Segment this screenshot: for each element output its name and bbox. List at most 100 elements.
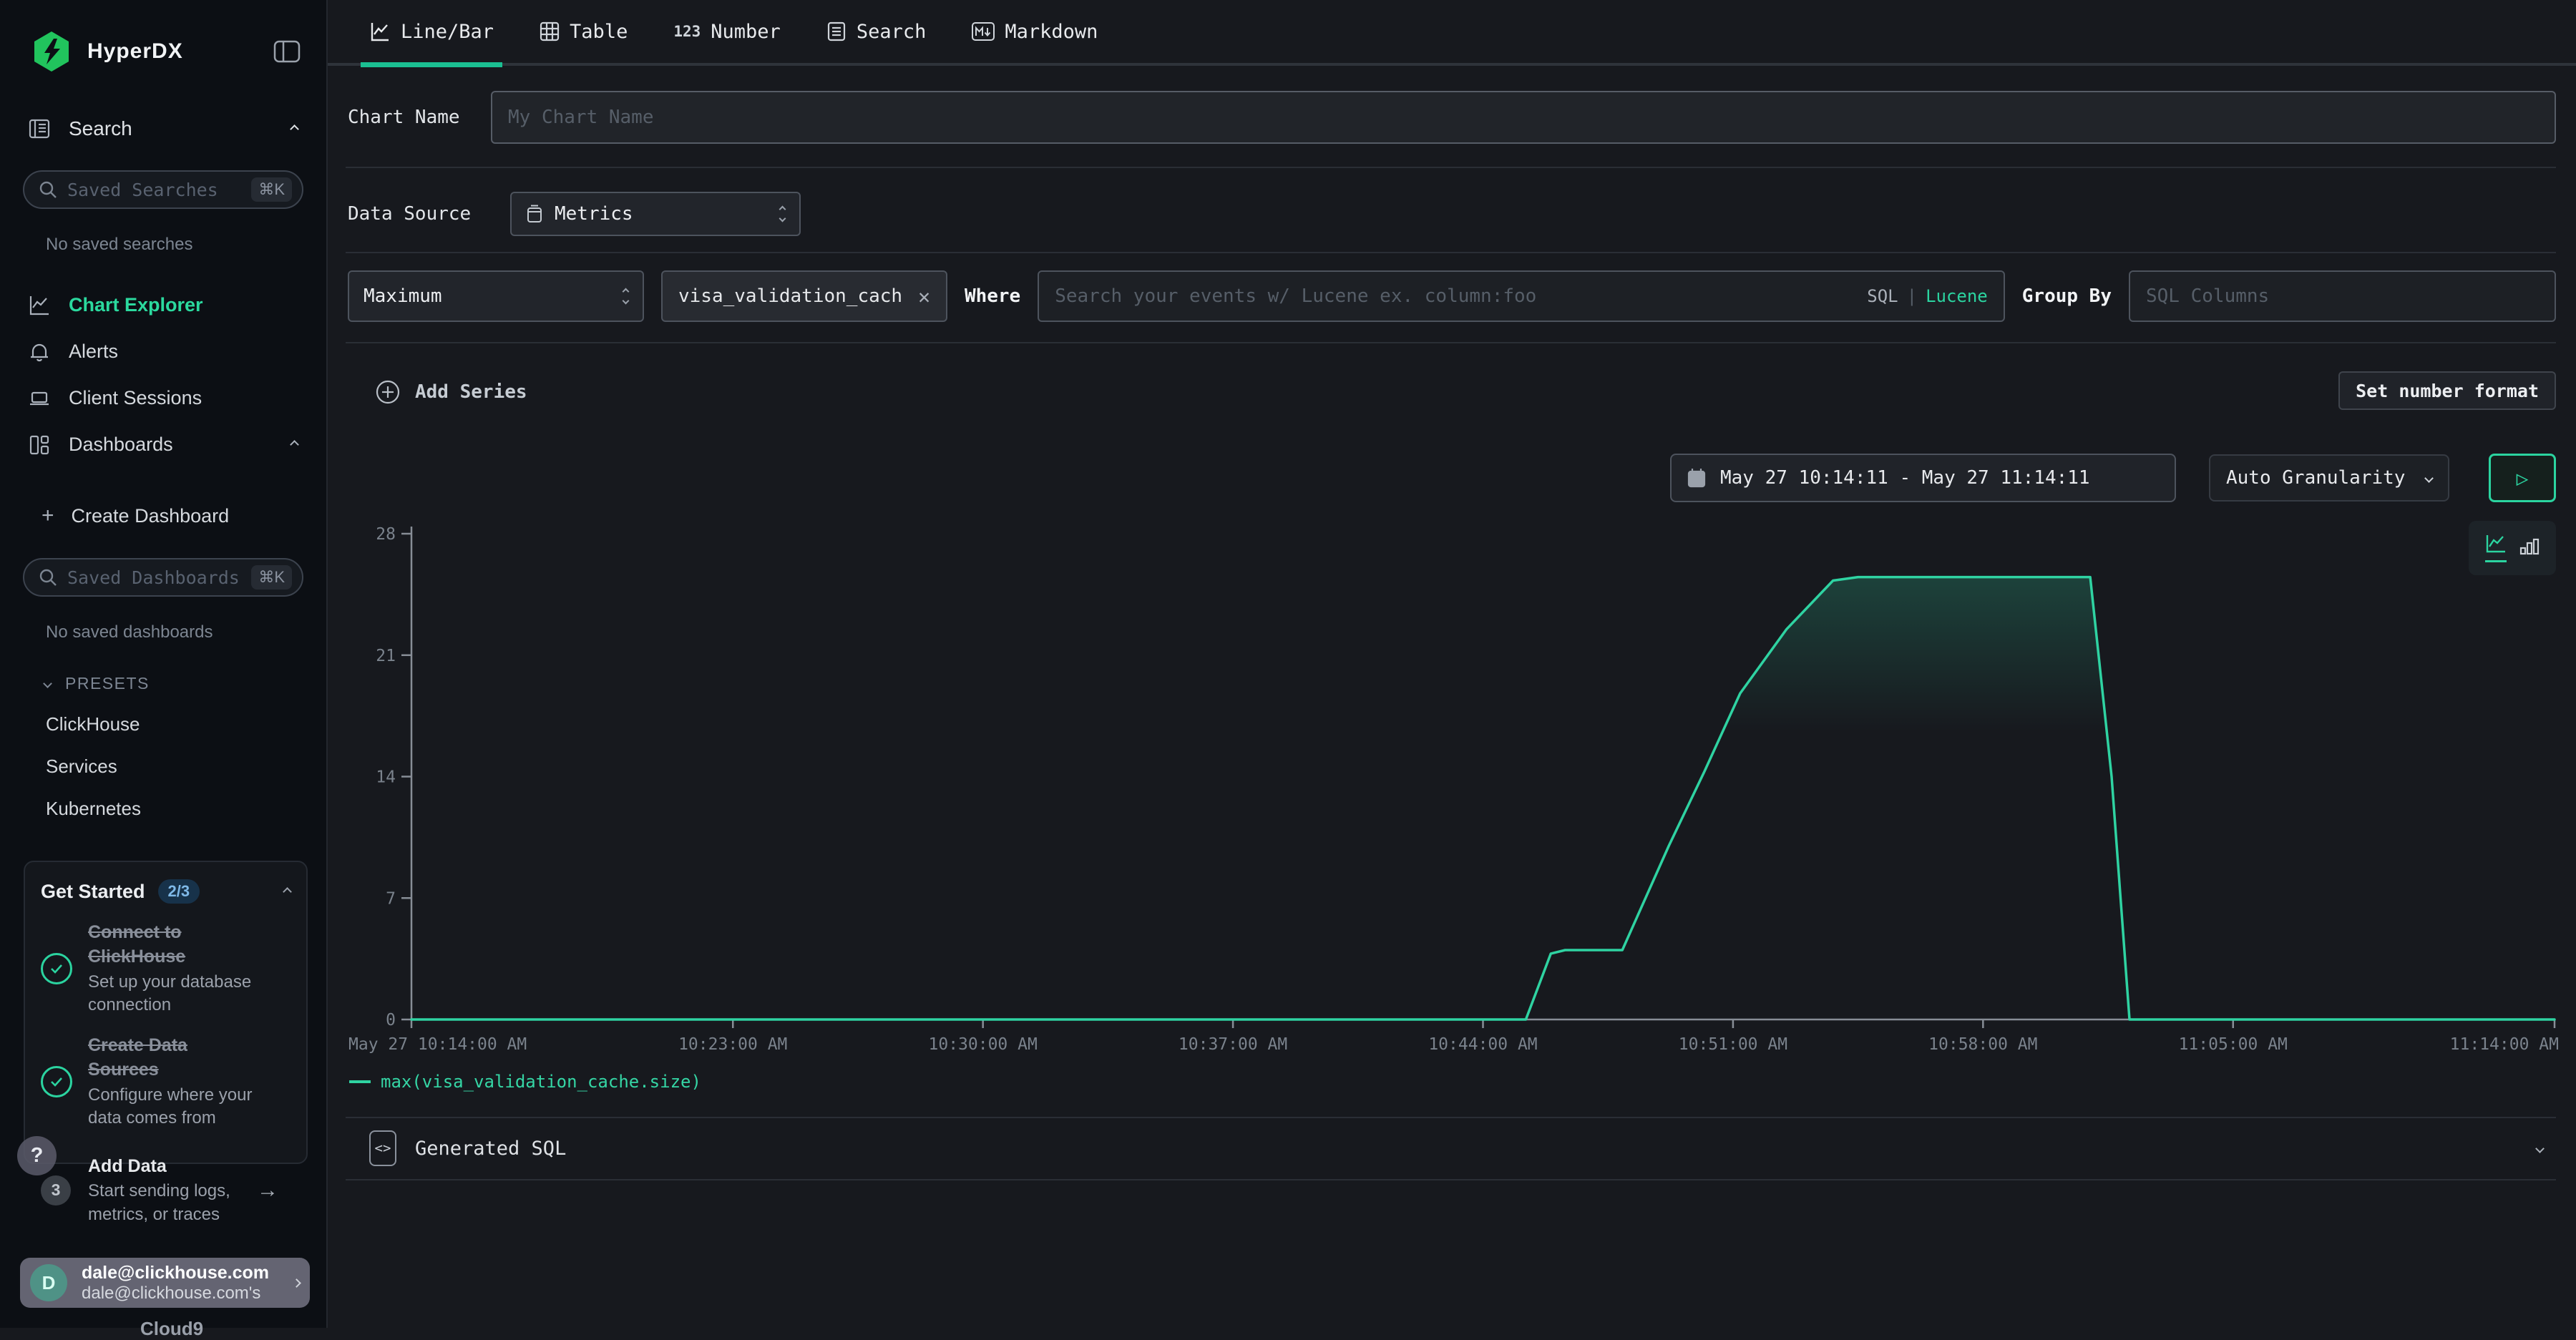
get-started-item-sources[interactable]: Create Data Sources Configure where your…: [41, 1034, 291, 1130]
step-number-badge: 3: [41, 1175, 71, 1205]
saved-dashboards-input[interactable]: Saved Dashboards ⌘K: [23, 558, 303, 597]
svg-text:May 27 10:14:00 AM: May 27 10:14:00 AM: [348, 1035, 527, 1054]
shortcut-badge: ⌘K: [251, 177, 292, 202]
chevron-right-icon: [292, 1278, 301, 1288]
magnifier-icon: [39, 568, 57, 587]
preset-services[interactable]: Services: [0, 755, 326, 778]
date-range-value: May 27 10:14:11 - May 27 11:14:11: [1720, 467, 2090, 489]
divider: [346, 1179, 2556, 1180]
sidebar-section-search[interactable]: Search: [0, 117, 326, 140]
saved-searches-input[interactable]: Saved Searches ⌘K: [23, 170, 303, 209]
nav-label: Client Sessions: [69, 387, 298, 409]
laptop-icon: [29, 388, 50, 409]
data-source-select[interactable]: Metrics: [510, 192, 801, 236]
preset-kubernetes[interactable]: Kubernetes: [0, 798, 326, 820]
nav-label: Alerts: [69, 341, 298, 363]
svg-text:7: 7: [386, 889, 396, 908]
chevron-down-icon: [43, 679, 52, 688]
group-by-input[interactable]: [2130, 272, 2555, 321]
generated-sql-row[interactable]: <> Generated SQL: [348, 1118, 2556, 1178]
chart-type-tabbar: Line/Bar Table 123 Number Search Markdow…: [328, 0, 2576, 66]
tab-label: Markdown: [1005, 21, 1098, 43]
metric-field-tag[interactable]: visa_validation_cach ✕: [661, 270, 947, 322]
svg-text:10:58:00 AM: 10:58:00 AM: [1928, 1035, 2037, 1054]
chart-legend: max(visa_validation_cache.size): [349, 1072, 701, 1092]
date-range-picker[interactable]: May 27 10:14:11 - May 27 11:14:11: [1670, 454, 2176, 502]
aggregation-select[interactable]: Maximum: [348, 270, 644, 322]
table-icon: [540, 21, 560, 41]
plus-circle-icon: [375, 379, 401, 405]
tab-label: Line/Bar: [401, 21, 494, 43]
presets-toggle[interactable]: PRESETS: [0, 674, 326, 693]
tab-line-bar[interactable]: Line/Bar: [369, 0, 494, 64]
tab-markdown[interactable]: Markdown: [972, 0, 1098, 64]
logo-row: HyperDX: [0, 0, 326, 73]
remove-tag-icon[interactable]: ✕: [918, 285, 930, 308]
svg-text:10:30:00 AM: 10:30:00 AM: [929, 1035, 1038, 1054]
search-section-icon: [29, 119, 50, 139]
run-query-button[interactable]: ▷: [2489, 454, 2556, 502]
sidebar-item-chart-explorer[interactable]: Chart Explorer: [0, 282, 326, 328]
group-by-label: Group By: [2022, 285, 2112, 307]
clipped-footer-text: Cloud9: [86, 1318, 258, 1340]
chevron-up-icon: [290, 440, 299, 449]
calendar-icon: [1687, 468, 1706, 488]
svg-text:10:23:00 AM: 10:23:00 AM: [678, 1035, 787, 1054]
preset-clickhouse[interactable]: ClickHouse: [0, 713, 326, 735]
check-circle-icon: [41, 953, 72, 984]
chevron-down-icon: [2424, 474, 2434, 483]
add-series-button[interactable]: Add Series: [375, 379, 527, 405]
number-123-icon: 123: [673, 23, 701, 40]
hyperdx-logo-icon: [31, 30, 72, 73]
timeseries-chart[interactable]: 07142128May 27 10:14:00 AM10:23:00 AM10:…: [328, 501, 2576, 1066]
granularity-select[interactable]: Auto Granularity: [2209, 454, 2449, 502]
sidebar-item-client-sessions[interactable]: Client Sessions: [0, 375, 326, 421]
collapse-sidebar-icon[interactable]: [273, 40, 301, 63]
search-section-label: Search: [69, 117, 291, 140]
chart-name-input[interactable]: [492, 92, 2555, 142]
line-chart-icon: [369, 21, 391, 42]
svg-text:21: 21: [376, 647, 396, 665]
svg-text:10:51:00 AM: 10:51:00 AM: [1679, 1035, 1787, 1054]
divider: [346, 252, 2556, 253]
presets-label: PRESETS: [65, 674, 150, 693]
tab-label: Number: [711, 21, 781, 43]
svg-text:10:37:00 AM: 10:37:00 AM: [1179, 1035, 1287, 1054]
svg-text:10:44:00 AM: 10:44:00 AM: [1428, 1035, 1537, 1054]
help-button[interactable]: ?: [17, 1136, 57, 1175]
tab-search[interactable]: Search: [826, 0, 927, 64]
group-by-field: [2129, 270, 2556, 322]
tab-label: Search: [857, 21, 927, 43]
tab-table[interactable]: Table: [540, 0, 628, 64]
user-team: dale@clickhouse.com's: [82, 1283, 293, 1304]
chevron-down-icon: [2535, 1144, 2545, 1153]
tab-number[interactable]: 123 Number: [673, 0, 780, 64]
where-field: SQL | Lucene: [1038, 270, 2005, 322]
shortcut-badge: ⌘K: [251, 565, 292, 590]
language-switch[interactable]: SQL | Lucene: [1867, 286, 2004, 306]
lucene-option[interactable]: Lucene: [1926, 286, 1988, 306]
task-desc: Start sending logs, metrics, or traces: [88, 1180, 254, 1226]
get-started-card: Get Started 2/3 Connect to ClickHouse Se…: [24, 861, 308, 1164]
create-dashboard-button[interactable]: + Create Dashboard: [0, 504, 326, 528]
bell-icon: [29, 341, 50, 363]
separator: |: [1907, 286, 1917, 306]
user-menu[interactable]: D dale@clickhouse.com dale@clickhouse.co…: [20, 1258, 310, 1308]
saved-dashboards-placeholder: Saved Dashboards: [67, 567, 251, 588]
tab-label: Table: [570, 21, 628, 43]
data-source-value: Metrics: [555, 203, 633, 225]
user-email: dale@clickhouse.com: [82, 1263, 293, 1283]
svg-text:11:14:00 AM: 11:14:00 AM: [2450, 1035, 2559, 1054]
legend-line-swatch: [349, 1080, 371, 1083]
chevron-up-icon[interactable]: [283, 887, 292, 896]
progress-badge: 2/3: [158, 879, 200, 904]
sql-option[interactable]: SQL: [1867, 286, 1898, 306]
where-input[interactable]: [1039, 272, 1867, 321]
sidebar-item-dashboards[interactable]: Dashboards: [0, 421, 326, 468]
svg-text:14: 14: [376, 768, 396, 787]
sidebar-item-alerts[interactable]: Alerts: [0, 328, 326, 375]
main-content: Line/Bar Table 123 Number Search Markdow…: [328, 0, 2576, 1328]
set-number-format-button[interactable]: Set number format: [2338, 371, 2556, 410]
get-started-item-connect[interactable]: Connect to ClickHouse Set up your databa…: [41, 921, 291, 1017]
get-started-item-add-data[interactable]: 3 Add Data Start sending logs, metrics, …: [41, 1155, 291, 1227]
